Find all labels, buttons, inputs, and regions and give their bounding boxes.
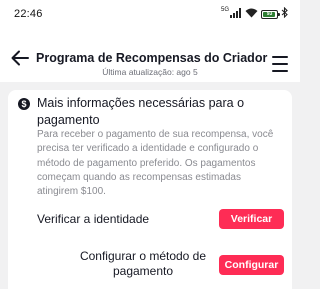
- card-description: Para receber o pagamento de sua recompen…: [37, 129, 274, 198]
- battery-level: 93: [266, 10, 273, 17]
- wifi-icon: [245, 5, 258, 23]
- page-title: Programa de Recompensas do Criador: [36, 51, 268, 65]
- menu-line: [272, 63, 288, 65]
- configure-payment-label: Configurar o método de pagamento: [79, 249, 207, 278]
- title-block: Programa de Recompensas do Criador Últim…: [36, 51, 268, 78]
- screen: 22:46 5G 93 Programa de Recompensas do C…: [0, 0, 300, 289]
- network-type-label: 5G: [220, 7, 229, 13]
- hamburger-menu-icon[interactable]: [272, 56, 290, 72]
- status-bar: 22:46 5G 93: [0, 0, 300, 30]
- menu-line: [272, 70, 288, 72]
- card-heading: Mais informações necessárias para o paga…: [37, 96, 245, 127]
- verify-button[interactable]: Verificar: [219, 209, 284, 229]
- bluetooth-icon: [281, 5, 288, 23]
- menu-line: [272, 56, 288, 58]
- status-icons: 5G 93: [220, 5, 288, 23]
- configure-button[interactable]: Configurar: [219, 255, 284, 275]
- battery-icon: 93: [261, 9, 280, 19]
- signal-icon: [230, 5, 242, 23]
- battery-cap: [278, 12, 280, 16]
- verify-identity-label: Verificar a identidade: [37, 212, 150, 226]
- header-bar: Programa de Recompensas do Criador Últim…: [0, 30, 300, 82]
- payment-info-card: $ Mais informações necessárias para o pa…: [8, 90, 292, 289]
- info-dollar-icon: $: [18, 98, 30, 110]
- status-time: 22:46: [14, 8, 43, 20]
- back-arrow-icon[interactable]: [8, 46, 32, 70]
- last-updated-text: Última atualização: ago 5: [102, 67, 198, 77]
